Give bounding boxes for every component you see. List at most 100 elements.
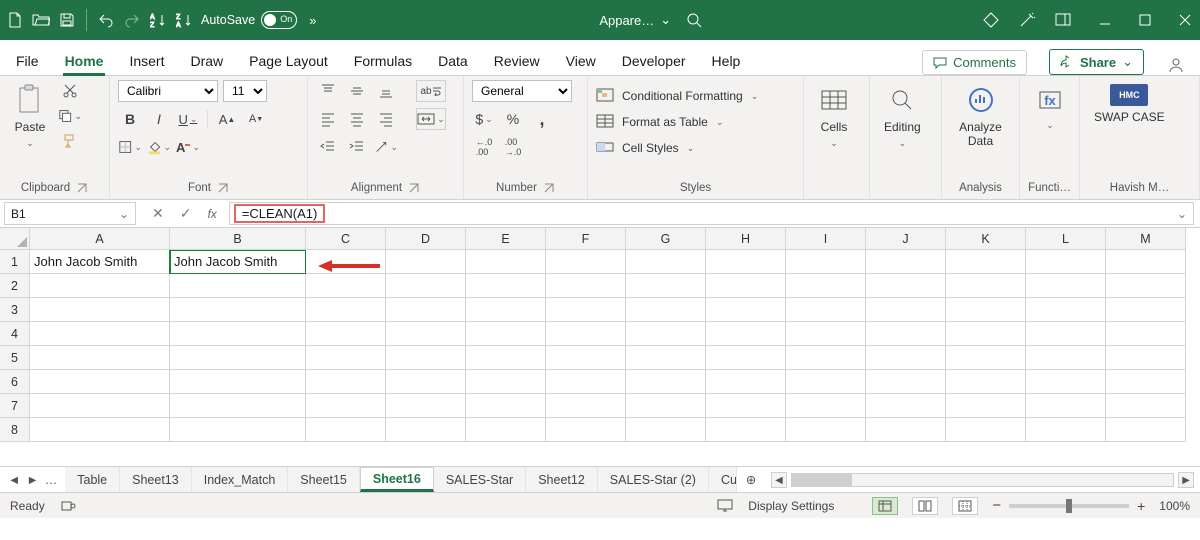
autosave-switch[interactable]: On (261, 11, 297, 29)
cell-B6[interactable] (170, 370, 306, 394)
decrease-font-icon[interactable]: A▼ (244, 108, 268, 130)
cut-icon[interactable] (58, 80, 82, 102)
cancel-icon[interactable]: ✕ (152, 205, 164, 222)
cell-E8[interactable] (466, 418, 546, 442)
diamond-icon[interactable] (982, 11, 1000, 29)
cell-F4[interactable] (546, 322, 626, 346)
cell-A2[interactable] (30, 274, 170, 298)
row-header[interactable]: 8 (0, 418, 30, 442)
sheet-tab[interactable]: Cu (709, 467, 737, 492)
font-name-select[interactable]: Calibri (118, 80, 218, 102)
display-settings-icon[interactable] (716, 497, 734, 515)
column-header[interactable]: H (706, 228, 786, 250)
row-header[interactable]: 7 (0, 394, 30, 418)
cell-G4[interactable] (626, 322, 706, 346)
dialog-launcher-icon[interactable] (217, 182, 229, 194)
conditional-formatting-button[interactable]: Conditional Formatting⌄ (596, 84, 758, 108)
cell-H7[interactable] (706, 394, 786, 418)
zoom-slider[interactable]: − + (992, 497, 1145, 514)
increase-indent-icon[interactable] (345, 136, 369, 158)
number-format-select[interactable]: General (472, 80, 572, 102)
cell-J6[interactable] (866, 370, 946, 394)
column-header[interactable]: F (546, 228, 626, 250)
cell-C1[interactable] (306, 250, 386, 274)
share-button[interactable]: Share ⌄ (1049, 49, 1144, 75)
cell-C8[interactable] (306, 418, 386, 442)
cell-J7[interactable] (866, 394, 946, 418)
macro-record-icon[interactable] (59, 497, 77, 515)
cell-C5[interactable] (306, 346, 386, 370)
increase-decimal-icon[interactable]: ←.0.00 (472, 136, 496, 158)
tab-insert[interactable]: Insert (127, 47, 166, 75)
column-header[interactable]: G (626, 228, 706, 250)
cell-I2[interactable] (786, 274, 866, 298)
cell-K4[interactable] (946, 322, 1026, 346)
scroll-left-icon[interactable]: ◄ (771, 472, 787, 488)
currency-icon[interactable]: $⌄ (472, 108, 496, 130)
align-left-icon[interactable] (316, 108, 340, 130)
functions-button[interactable]: fx ⌄ (1028, 80, 1072, 135)
sheet-tab[interactable]: Index_Match (192, 467, 289, 492)
autosave-toggle[interactable]: AutoSave On (201, 11, 297, 29)
comments-button[interactable]: Comments (922, 50, 1027, 75)
increase-font-icon[interactable]: A▲ (215, 108, 239, 130)
merge-center-icon[interactable]: ⌄ (416, 108, 446, 130)
tab-home[interactable]: Home (63, 47, 106, 75)
cell-M3[interactable] (1106, 298, 1186, 322)
formula-expand-icon[interactable]: ⌄ (1177, 207, 1187, 221)
sheet-tab[interactable]: Sheet12 (526, 467, 598, 492)
tab-review[interactable]: Review (492, 47, 542, 75)
cell-D2[interactable] (386, 274, 466, 298)
tab-draw[interactable]: Draw (188, 47, 225, 75)
column-header[interactable]: C (306, 228, 386, 250)
new-file-icon[interactable] (6, 11, 24, 29)
cell-F6[interactable] (546, 370, 626, 394)
cell-M1[interactable] (1106, 250, 1186, 274)
underline-button[interactable]: U⌄ (176, 108, 200, 130)
cell-J5[interactable] (866, 346, 946, 370)
cell-I5[interactable] (786, 346, 866, 370)
dialog-launcher-icon[interactable] (543, 182, 555, 194)
cell-A4[interactable] (30, 322, 170, 346)
cell-A8[interactable] (30, 418, 170, 442)
tab-help[interactable]: Help (710, 47, 743, 75)
align-right-icon[interactable] (374, 108, 398, 130)
minimize-icon[interactable] (1096, 11, 1114, 29)
tab-formulas[interactable]: Formulas (352, 47, 414, 75)
cell-G1[interactable] (626, 250, 706, 274)
cell-H6[interactable] (706, 370, 786, 394)
paste-button[interactable]: Paste ⌄ (8, 80, 52, 153)
cell-H8[interactable] (706, 418, 786, 442)
cell-K8[interactable] (946, 418, 1026, 442)
cell-L2[interactable] (1026, 274, 1106, 298)
italic-button[interactable]: I (147, 108, 171, 130)
search-icon[interactable] (685, 11, 703, 29)
sheet-tab[interactable]: SALES-Star (434, 467, 526, 492)
close-icon[interactable] (1176, 11, 1194, 29)
cell-D6[interactable] (386, 370, 466, 394)
tab-view[interactable]: View (564, 47, 598, 75)
sheet-tab[interactable]: Sheet13 (120, 467, 192, 492)
cell-H2[interactable] (706, 274, 786, 298)
cell-M8[interactable] (1106, 418, 1186, 442)
tab-file[interactable]: File (14, 47, 41, 75)
dialog-launcher-icon[interactable] (408, 182, 420, 194)
cell-D5[interactable] (386, 346, 466, 370)
cell-I3[interactable] (786, 298, 866, 322)
cell-J8[interactable] (866, 418, 946, 442)
select-all-button[interactable] (0, 228, 30, 250)
cell-I8[interactable] (786, 418, 866, 442)
cell-H3[interactable] (706, 298, 786, 322)
cell-L6[interactable] (1026, 370, 1106, 394)
scroll-right-icon[interactable]: ► (1178, 472, 1194, 488)
cell-D8[interactable] (386, 418, 466, 442)
scroll-track[interactable] (791, 473, 1174, 487)
zoom-track[interactable] (1009, 504, 1129, 508)
zoom-percent[interactable]: 100% (1159, 499, 1190, 513)
cell-B4[interactable] (170, 322, 306, 346)
cell-E7[interactable] (466, 394, 546, 418)
cell-J2[interactable] (866, 274, 946, 298)
tab-data[interactable]: Data (436, 47, 470, 75)
cell-I4[interactable] (786, 322, 866, 346)
row-header[interactable]: 1 (0, 250, 30, 274)
